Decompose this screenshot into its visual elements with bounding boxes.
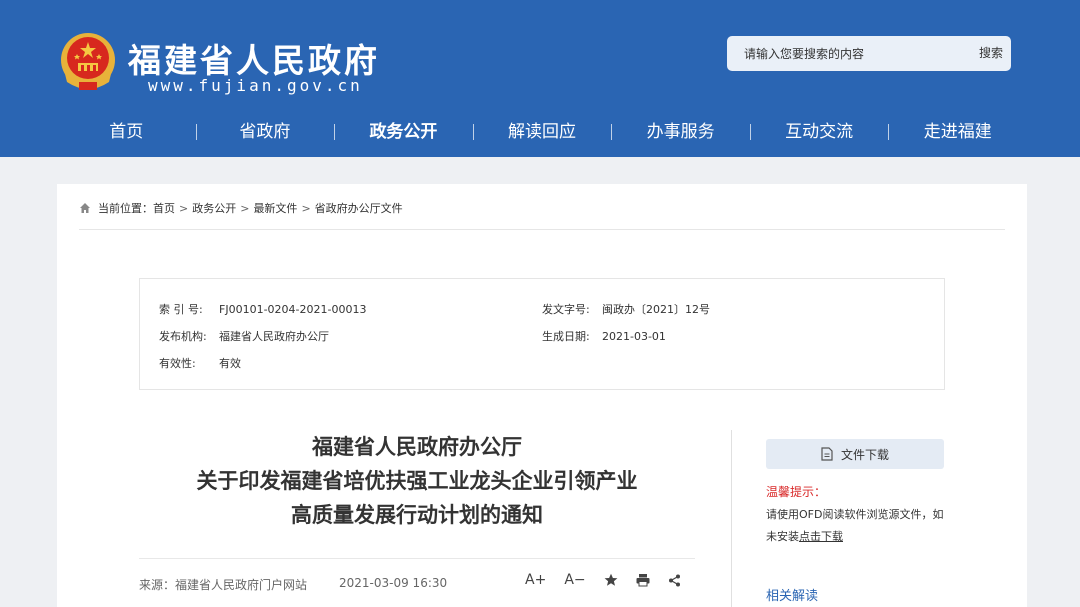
info-index: 索 引 号: FJ00101-0204-2021-00013 bbox=[159, 301, 366, 317]
file-download-label: 文件下载 bbox=[840, 447, 889, 462]
info-issuer: 发布机构: 福建省人民政府办公厅 bbox=[159, 328, 329, 344]
tip-text: 请使用OFD阅读软件浏览源文件，如未安装点击下载 bbox=[766, 504, 946, 548]
breadcrumb-separator: > bbox=[301, 201, 311, 215]
font-decrease-button[interactable]: A− bbox=[564, 572, 585, 588]
star-icon bbox=[604, 573, 618, 586]
info-doc-no-value: 闽政办〔2021〕12号 bbox=[602, 303, 710, 316]
main-content: 当前位置： 首页 > 政务公开 > 最新文件 > 省政府办公厅文件 索 引 号:… bbox=[57, 184, 1027, 607]
column-divider bbox=[731, 430, 732, 607]
home-icon bbox=[80, 203, 90, 213]
breadcrumb-home[interactable]: 首页 bbox=[153, 200, 175, 216]
meta-divider bbox=[139, 558, 695, 559]
tip-text-body: 请使用OFD阅读软件浏览源文件，如未安装 bbox=[766, 508, 944, 543]
breadcrumb-office-docs[interactable]: 省政府办公厅文件 bbox=[315, 200, 403, 216]
document-source: 来源：福建省人民政府门户网站 bbox=[139, 578, 308, 592]
print-icon bbox=[636, 574, 650, 587]
nav-item-gov-affairs[interactable]: 政务公开 bbox=[334, 115, 473, 149]
nav-item-services[interactable]: 办事服务 bbox=[611, 115, 750, 149]
nav-item-interpretation[interactable]: 解读回应 bbox=[472, 115, 612, 149]
breadcrumb: 当前位置： 首页 > 政务公开 > 最新文件 > 省政府办公厅文件 bbox=[79, 200, 403, 216]
document-publish-time: 2021-03-09 16:30 bbox=[339, 576, 448, 590]
tip-download-link[interactable]: 点击下载 bbox=[799, 530, 843, 543]
site-header: 福建省人民政府 www.fujian.gov.cn 搜索 首页 省政府 政务公开… bbox=[0, 0, 1080, 157]
info-validity-label: 有效性: bbox=[159, 357, 196, 370]
info-date-label: 生成日期: bbox=[542, 330, 590, 343]
site-url: www.fujian.gov.cn bbox=[148, 76, 363, 95]
nav-item-about-fujian[interactable]: 走进福建 bbox=[888, 115, 1027, 149]
document-title-line2: 关于印发福建省培优扶强工业龙头企业引领产业 bbox=[196, 469, 638, 493]
breadcrumb-latest-docs[interactable]: 最新文件 bbox=[253, 200, 297, 216]
info-index-label: 索 引 号: bbox=[159, 303, 203, 316]
info-issuer-value: 福建省人民政府办公厅 bbox=[219, 330, 329, 343]
document-title: 福建省人民政府办公厅 关于印发福建省培优扶强工业龙头企业引领产业 高质量发展行动… bbox=[139, 430, 695, 532]
main-nav: 首页 省政府 政务公开 解读回应 办事服务 互动交流 走进福建 bbox=[57, 115, 1027, 149]
info-validity-value: 有效 bbox=[219, 357, 241, 370]
info-date: 生成日期: 2021-03-01 bbox=[542, 328, 666, 344]
favorite-button[interactable] bbox=[604, 573, 618, 587]
breadcrumb-separator: > bbox=[179, 201, 189, 215]
info-date-value: 2021-03-01 bbox=[602, 330, 666, 343]
info-issuer-label: 发布机构: bbox=[159, 330, 207, 343]
site-title[interactable]: 福建省人民政府 bbox=[128, 34, 380, 82]
font-increase-button[interactable]: A+ bbox=[525, 572, 546, 588]
search-button[interactable]: 搜索 bbox=[979, 36, 1003, 71]
nav-item-province-gov[interactable]: 省政府 bbox=[195, 115, 335, 149]
file-download-button[interactable]: 文件下载 bbox=[766, 439, 944, 469]
breadcrumb-divider bbox=[79, 229, 1005, 230]
related-interpretation-link[interactable]: 相关解读 bbox=[766, 585, 818, 604]
document-tools: A+ A− bbox=[525, 572, 699, 588]
nav-item-interaction[interactable]: 互动交流 bbox=[749, 115, 889, 149]
share-button[interactable] bbox=[668, 574, 681, 587]
print-button[interactable] bbox=[636, 573, 650, 587]
share-icon bbox=[668, 574, 680, 586]
info-validity: 有效性: 有效 bbox=[159, 355, 241, 371]
info-doc-no-label: 发文字号: bbox=[542, 303, 590, 316]
search-input[interactable] bbox=[727, 36, 959, 71]
document-title-line3: 高质量发展行动计划的通知 bbox=[291, 503, 543, 527]
info-index-value: FJ00101-0204-2021-00013 bbox=[219, 303, 367, 316]
document-icon bbox=[821, 447, 833, 461]
document-info-box: 索 引 号: FJ00101-0204-2021-00013 发文字号: 闽政办〔2… bbox=[139, 278, 945, 390]
tip-title: 温馨提示： bbox=[766, 485, 827, 499]
document-title-line1: 福建省人民政府办公厅 bbox=[312, 435, 522, 459]
breadcrumb-prefix: 当前位置： bbox=[98, 202, 153, 215]
breadcrumb-gov-affairs[interactable]: 政务公开 bbox=[192, 200, 236, 216]
breadcrumb-separator: > bbox=[240, 201, 250, 215]
search-box: 搜索 bbox=[727, 36, 1011, 71]
info-doc-no: 发文字号: 闽政办〔2021〕12号 bbox=[542, 301, 710, 317]
nav-item-home[interactable]: 首页 bbox=[57, 115, 196, 149]
national-emblem-icon[interactable] bbox=[57, 30, 119, 94]
